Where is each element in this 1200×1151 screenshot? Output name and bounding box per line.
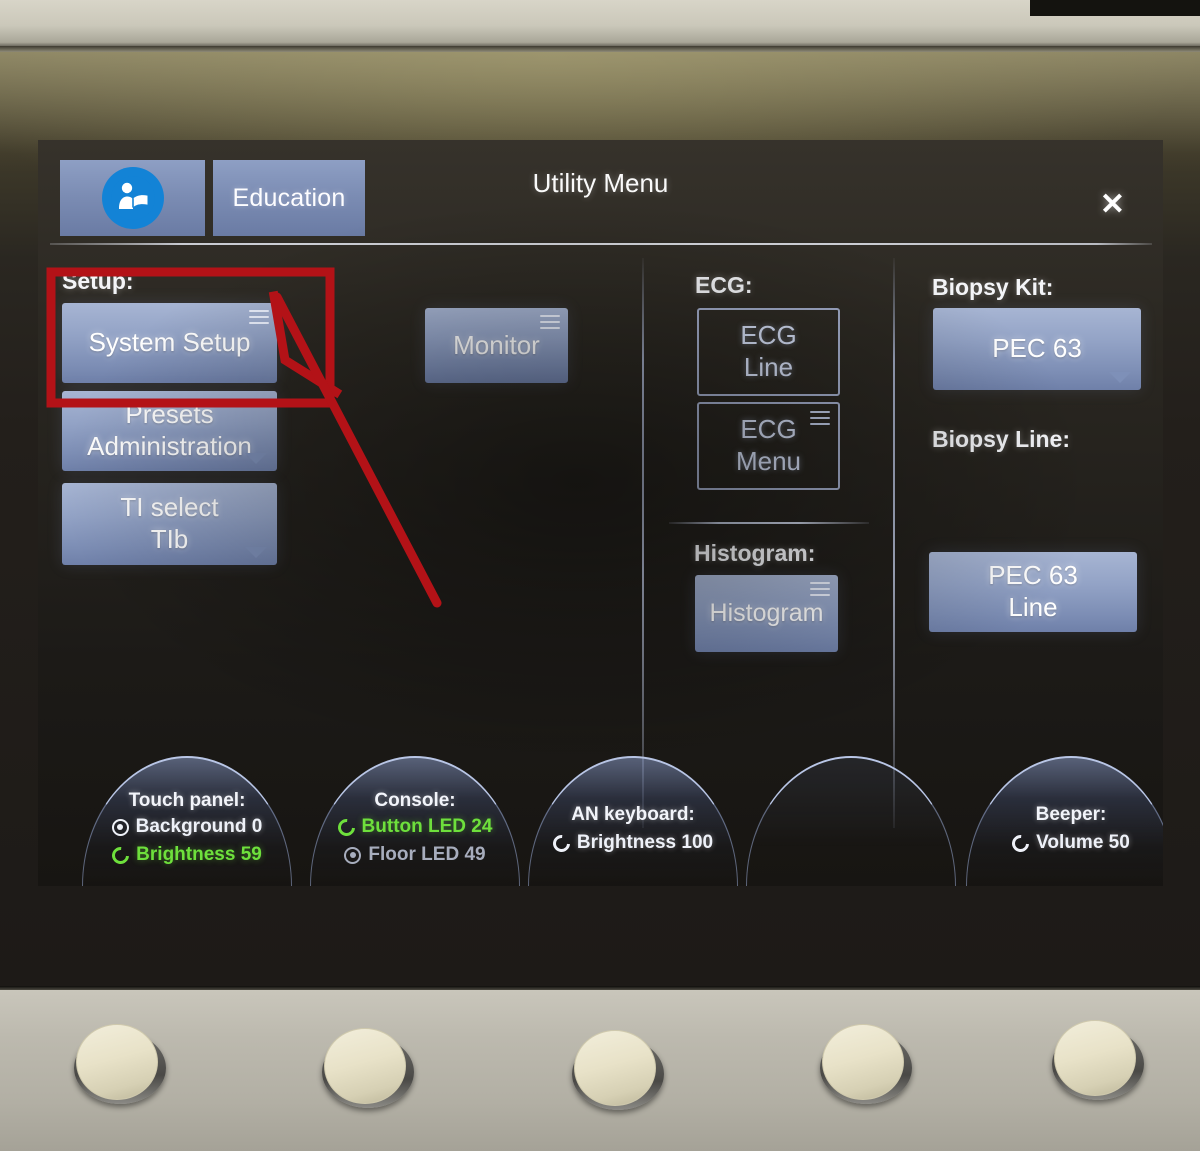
upper-bezel xyxy=(0,0,1200,46)
status-arc-title: Console: xyxy=(374,790,456,811)
status-arc-title: Beeper: xyxy=(1035,804,1107,825)
press-dot-icon xyxy=(111,818,129,836)
monitor-button-label: Monitor xyxy=(453,329,540,360)
column-divider-2 xyxy=(893,258,895,828)
control-knob[interactable] xyxy=(1050,1018,1146,1102)
ultrasound-console-photo: Education Utility Menu ✕ Setup: System S… xyxy=(0,0,1200,1151)
ecg-line-label1: ECG xyxy=(740,320,797,351)
hamburger-icon xyxy=(540,315,560,329)
ecg-menu-label1: ECG xyxy=(740,414,797,445)
header-divider xyxy=(50,243,1152,245)
status-arc-touch-panel[interactable]: Touch panel: Background 0 Brightness 59 xyxy=(82,756,292,886)
close-icon[interactable]: ✕ xyxy=(1100,190,1125,220)
ti-select-line2: TIb xyxy=(150,524,189,554)
status-arc-row-text: Button LED 24 xyxy=(361,816,493,837)
hamburger-icon xyxy=(810,411,830,425)
presets-administration-line2: Administration xyxy=(87,431,252,461)
ti-select-line1: TI select xyxy=(120,492,219,523)
biopsy-line-button[interactable]: PEC 63 Line xyxy=(929,552,1137,632)
status-arc-row-text: Brightness 59 xyxy=(136,844,262,865)
status-arc-row-text: Floor LED 49 xyxy=(368,844,486,865)
status-arc-row: Background 0 xyxy=(83,816,291,838)
control-knob[interactable] xyxy=(72,1022,168,1106)
system-setup-button[interactable]: System Setup xyxy=(62,303,277,383)
ti-select-button[interactable]: TI select TIb xyxy=(62,483,277,565)
biopsy-kit-button-label: PEC 63 xyxy=(992,333,1082,364)
press-dot-icon xyxy=(344,846,362,864)
ecg-menu-button[interactable]: ECG Menu xyxy=(697,402,840,490)
status-arc-row: Brightness 100 xyxy=(529,831,737,855)
page-title: Utility Menu xyxy=(532,168,669,198)
hamburger-icon xyxy=(249,310,269,324)
upper-bezel-shadow xyxy=(1030,0,1200,16)
monitor-button[interactable]: Monitor xyxy=(425,308,568,383)
hamburger-icon xyxy=(810,582,830,596)
column-divider-1 xyxy=(642,258,644,828)
panel-header: Education Utility Menu ✕ xyxy=(38,140,1163,245)
ecg-histogram-divider xyxy=(669,522,869,524)
caret-down-icon xyxy=(245,453,267,464)
ecg-line-button[interactable]: ECG Line xyxy=(697,308,840,396)
status-arc-row: Volume 50 xyxy=(967,831,1163,855)
ecg-section-label: ECG: xyxy=(695,272,753,298)
ecg-line-label2: Line xyxy=(743,352,794,382)
caret-down-icon xyxy=(245,547,267,558)
status-arc-empty[interactable] xyxy=(746,756,956,886)
biopsy-kit-label: Biopsy Kit: xyxy=(932,274,1054,300)
histogram-section-label: Histogram: xyxy=(694,540,816,566)
biopsy-line-label: Biopsy Line: xyxy=(932,426,1071,452)
presets-administration-button[interactable]: Presets Administration xyxy=(62,391,277,471)
status-arc-row-text: Background 0 xyxy=(135,816,263,837)
control-knob[interactable] xyxy=(818,1022,914,1106)
rotate-icon xyxy=(334,815,359,839)
status-arc-beeper[interactable]: Beeper: Volume 50 xyxy=(966,756,1163,886)
utility-menu-panel: Education Utility Menu ✕ Setup: System S… xyxy=(38,140,1163,886)
histogram-button[interactable]: Histogram xyxy=(695,575,838,652)
setup-section-label: Setup: xyxy=(62,268,134,294)
status-arc-title: AN keyboard: xyxy=(571,804,695,825)
status-arc-row: Brightness 59 xyxy=(83,843,291,867)
ecg-menu-label2: Menu xyxy=(735,446,802,476)
knob-cap xyxy=(574,1030,656,1106)
status-arc-row-text: Volume 50 xyxy=(1036,832,1130,853)
caret-down-icon xyxy=(1109,372,1131,383)
status-arc-row-text: Brightness 100 xyxy=(576,832,714,853)
knob-cap xyxy=(1054,1020,1136,1096)
rotate-icon xyxy=(108,843,133,867)
control-knob[interactable] xyxy=(570,1028,666,1112)
biopsy-line-label2: Line xyxy=(1008,592,1058,622)
status-arc-title: Touch panel: xyxy=(128,790,246,811)
lower-bezel xyxy=(0,990,1200,1151)
histogram-button-label: Histogram xyxy=(709,599,824,628)
system-setup-button-label: System Setup xyxy=(88,327,251,358)
status-arc-row: Button LED 24 xyxy=(311,815,519,839)
knob-cap xyxy=(76,1024,158,1100)
biopsy-kit-button[interactable]: PEC 63 xyxy=(933,308,1141,390)
status-arc-console[interactable]: Console: Button LED 24 Floor LED 49 xyxy=(310,756,520,886)
biopsy-line-label1: PEC 63 xyxy=(988,560,1078,591)
knob-cap xyxy=(822,1024,904,1100)
control-knob[interactable] xyxy=(320,1026,416,1110)
rotate-icon xyxy=(549,831,574,855)
presets-administration-line1: Presets xyxy=(125,399,214,430)
rotate-icon xyxy=(1008,831,1033,855)
status-arc-an-keyboard[interactable]: AN keyboard: Brightness 100 xyxy=(528,756,738,886)
status-arc-row: Floor LED 49 xyxy=(311,844,519,866)
knob-cap xyxy=(324,1028,406,1104)
